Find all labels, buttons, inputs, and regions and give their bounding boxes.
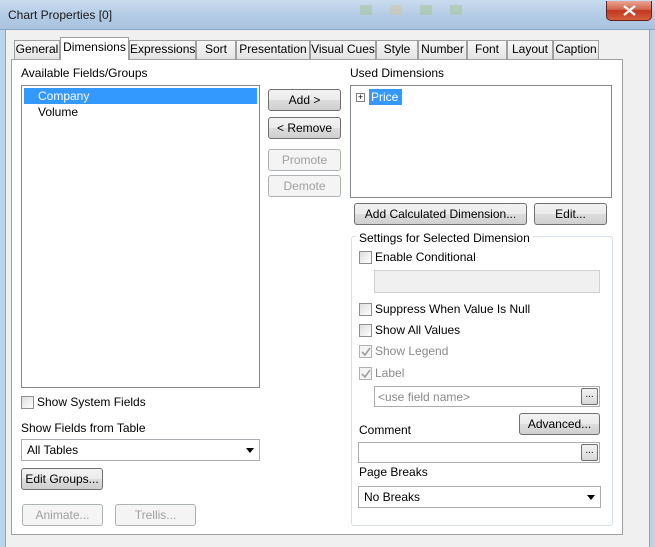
show-system-fields-checkbox[interactable] [21, 396, 34, 409]
edit-button[interactable]: Edit... [534, 203, 607, 225]
show-fields-from-table-value: All Tables [27, 443, 79, 457]
page-breaks-select[interactable]: No Breaks [358, 486, 601, 508]
close-button[interactable] [606, 1, 652, 21]
comment-field[interactable] [358, 442, 600, 463]
available-fields-list[interactable]: Company Volume [21, 85, 260, 388]
show-fields-from-table-label: Show Fields from Table [21, 421, 146, 435]
show-system-fields-label: Show System Fields [37, 395, 146, 409]
comment-ellipsis-button[interactable]: ... [581, 444, 598, 461]
enable-conditional-checkbox[interactable] [359, 251, 372, 264]
tab-style[interactable]: Style [376, 40, 418, 59]
settings-groupbox-title: Settings for Selected Dimension [356, 231, 533, 245]
tab-presentation[interactable]: Presentation [236, 40, 310, 59]
show-legend-label: Show Legend [375, 344, 449, 358]
tab-sort[interactable]: Sort [196, 40, 236, 59]
label-checkbox[interactable] [359, 367, 372, 380]
close-icon [623, 5, 636, 16]
show-all-values-label: Show All Values [375, 323, 461, 337]
list-item-volume[interactable]: Volume [24, 104, 257, 120]
chevron-down-icon [587, 495, 595, 500]
enable-conditional-label: Enable Conditional [375, 250, 476, 264]
tab-expressions[interactable]: Expressions [129, 40, 196, 59]
available-fields-label: Available Fields/Groups [21, 66, 148, 80]
show-fields-from-table-select[interactable]: All Tables [21, 439, 260, 461]
tab-caption[interactable]: Caption [553, 40, 599, 59]
conditional-expression-field[interactable] [374, 270, 600, 293]
trellis-button[interactable]: Trellis... [115, 504, 196, 526]
label-field-placeholder: <use field name> [378, 390, 471, 404]
comment-label: Comment [359, 423, 412, 437]
chevron-down-icon [246, 448, 254, 453]
promote-button[interactable]: Promote [268, 149, 341, 171]
add-calculated-dimension-button[interactable]: Add Calculated Dimension... [354, 203, 527, 225]
show-legend-checkbox[interactable] [359, 345, 372, 358]
list-item-company[interactable]: Company [24, 88, 257, 104]
label-label: Label [375, 366, 405, 380]
expand-icon[interactable]: + [356, 93, 365, 102]
animate-button[interactable]: Animate... [22, 504, 103, 526]
title-bar: Chart Properties [0] [0, 0, 655, 30]
tab-visual-cues[interactable]: Visual Cues [310, 40, 376, 59]
edit-groups-button[interactable]: Edit Groups... [21, 468, 103, 490]
check-icon [361, 369, 371, 379]
check-icon [361, 347, 371, 357]
demote-button[interactable]: Demote [268, 175, 341, 197]
label-ellipsis-button[interactable]: ... [581, 388, 598, 405]
page-breaks-value: No Breaks [364, 490, 421, 504]
tab-general[interactable]: General [14, 40, 60, 59]
tab-layout[interactable]: Layout [507, 40, 553, 59]
tab-dimensions[interactable]: Dimensions [60, 37, 129, 60]
advanced-button[interactable]: Advanced... [519, 413, 600, 435]
suppress-null-label: Suppress When Value Is Null [375, 302, 531, 316]
suppress-null-checkbox[interactable] [359, 303, 372, 316]
tab-number[interactable]: Number [418, 40, 467, 59]
used-dimensions-label: Used Dimensions [350, 66, 445, 80]
titlebar-decoration [360, 5, 462, 15]
used-dimensions-list[interactable]: + Price [350, 85, 612, 198]
label-field[interactable]: <use field name> [374, 386, 600, 407]
show-all-values-checkbox[interactable] [359, 324, 372, 337]
page-breaks-label: Page Breaks [359, 465, 428, 479]
add-button[interactable]: Add > [268, 89, 341, 111]
list-item-price[interactable]: Price [369, 89, 402, 105]
tab-font[interactable]: Font [467, 40, 507, 59]
remove-button[interactable]: < Remove [268, 117, 341, 139]
window-title: Chart Properties [0] [8, 8, 113, 22]
